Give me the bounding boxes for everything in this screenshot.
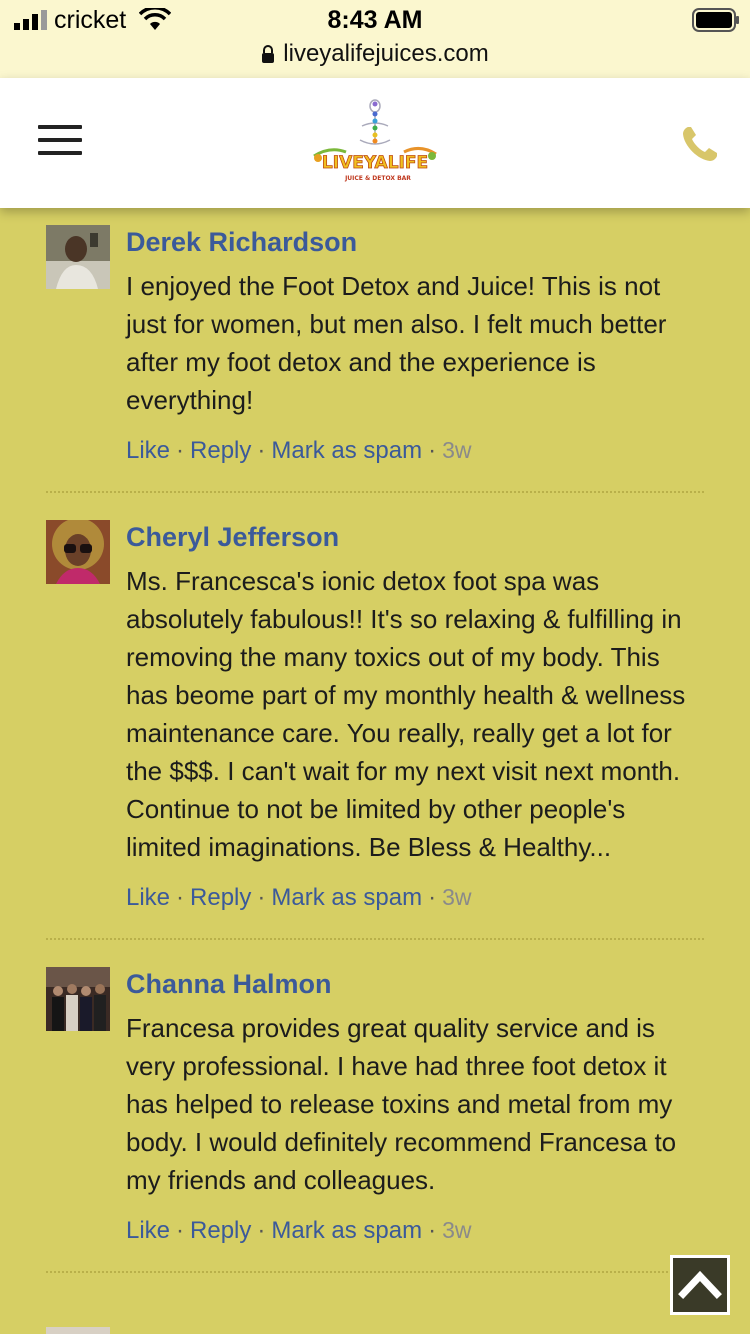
- address-bar[interactable]: liveyalifejuices.com: [0, 40, 750, 68]
- hamburger-menu-icon[interactable]: [38, 125, 82, 159]
- comment-divider: [46, 938, 704, 940]
- site-header: LIVEYALIFE JUICE & DETOX BAR: [0, 78, 750, 208]
- status-bar: cricket 8:43 AM liveyalifejuices.com: [0, 0, 750, 78]
- logo-wordmark: LIVEYALIFE: [322, 153, 428, 173]
- comment-timestamp[interactable]: 3w: [442, 437, 471, 463]
- separator: ·: [428, 884, 437, 911]
- reply-link[interactable]: Reply: [190, 1217, 251, 1244]
- like-link[interactable]: Like: [126, 1217, 170, 1244]
- url-text: liveyalifejuices.com: [283, 40, 489, 67]
- separator: ·: [176, 437, 185, 464]
- chevron-up-icon: [678, 1270, 722, 1299]
- like-link[interactable]: Like: [126, 437, 170, 464]
- comment-divider: [46, 1271, 704, 1273]
- comment-author[interactable]: Channa Halmon: [126, 965, 704, 1003]
- mark-as-spam-link[interactable]: Mark as spam: [271, 884, 422, 911]
- avatar[interactable]: [46, 1327, 110, 1334]
- phone-icon[interactable]: [680, 124, 720, 164]
- site-logo[interactable]: LIVEYALIFE JUICE & DETOX BAR: [300, 96, 450, 186]
- lock-icon: [262, 45, 275, 63]
- comment-text: I enjoyed the Foot Detox and Juice! This…: [126, 271, 667, 415]
- comment-text: Francesa provides great quality service …: [126, 1013, 677, 1195]
- reply-link[interactable]: Reply: [190, 437, 251, 464]
- separator: ·: [176, 1217, 185, 1244]
- comment-author[interactable]: Cheryl Jefferson: [126, 518, 704, 556]
- reply-link[interactable]: Reply: [190, 884, 251, 911]
- separator: ·: [428, 437, 437, 464]
- comment-actions: Like · Reply · Mark as spam · 3w: [126, 435, 704, 466]
- comment-actions: Like · Reply · Mark as spam · 3w: [126, 1215, 704, 1246]
- avatar[interactable]: [46, 520, 110, 584]
- avatar[interactable]: [46, 225, 110, 289]
- comment-text: Ms. Francesca's ionic detox foot spa was…: [126, 566, 686, 862]
- scroll-to-top-button[interactable]: [670, 1255, 730, 1315]
- comment-timestamp[interactable]: 3w: [442, 884, 471, 910]
- battery-icon: [692, 8, 739, 32]
- comment-timestamp[interactable]: 3w: [442, 1217, 471, 1243]
- comment-item: Cheryl Jefferson Ms. Francesca's ionic d…: [46, 518, 704, 913]
- comment-item: Channa Halmon Francesa provides great qu…: [46, 965, 704, 1246]
- like-link[interactable]: Like: [126, 884, 170, 911]
- separator: ·: [176, 884, 185, 911]
- status-time: 8:43 AM: [327, 6, 423, 34]
- avatar[interactable]: [46, 967, 110, 1031]
- mark-as-spam-link[interactable]: Mark as spam: [271, 1217, 422, 1244]
- comment-item: Derek Richardson I enjoyed the Foot Deto…: [46, 223, 704, 466]
- comment-author[interactable]: Derek Richardson: [126, 223, 704, 261]
- separator: ·: [428, 1217, 437, 1244]
- mark-as-spam-link[interactable]: Mark as spam: [271, 437, 422, 464]
- comment-divider: [46, 491, 704, 493]
- comment-actions: Like · Reply · Mark as spam · 3w: [126, 882, 704, 913]
- comments-list: Derek Richardson I enjoyed the Foot Deto…: [46, 222, 704, 1298]
- separator: ·: [257, 1217, 266, 1244]
- logo-tagline: JUICE & DETOX BAR: [344, 175, 411, 182]
- separator: ·: [257, 884, 266, 911]
- separator: ·: [257, 437, 266, 464]
